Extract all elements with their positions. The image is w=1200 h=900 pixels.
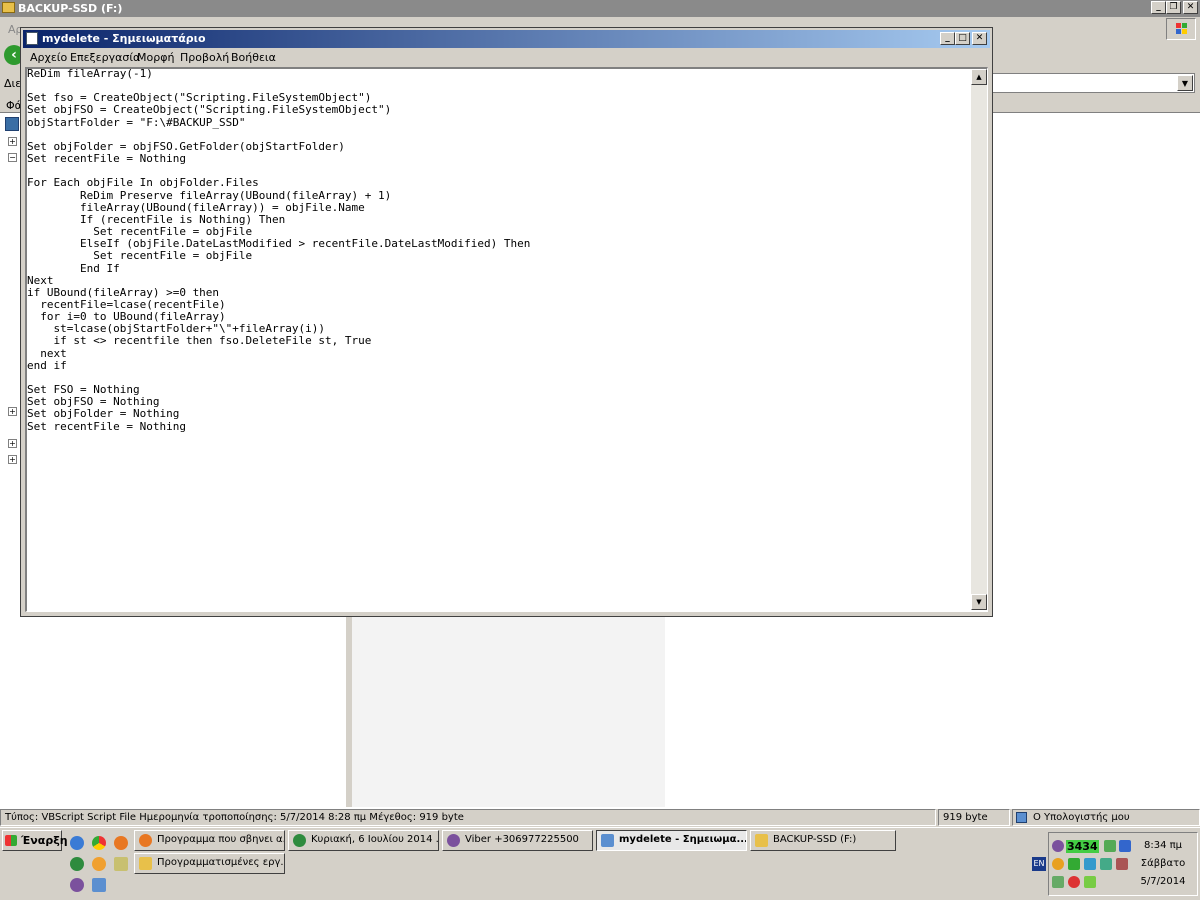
battery-icon[interactable] bbox=[1084, 876, 1096, 888]
status-location: Ο Υπολογιστής μου bbox=[1012, 809, 1200, 826]
menu-view[interactable]: Προβολή bbox=[180, 51, 229, 64]
desktop-icon[interactable] bbox=[5, 117, 19, 131]
notepad-icon[interactable] bbox=[26, 32, 38, 45]
shield-icon[interactable] bbox=[1100, 858, 1112, 870]
status-file-size: 919 byte bbox=[938, 809, 1010, 826]
scroll-down-icon[interactable]: ▼ bbox=[971, 594, 987, 610]
tree-expand-icon[interactable]: + bbox=[8, 407, 17, 416]
menu-format[interactable]: Μορφή bbox=[137, 51, 174, 64]
clock-date[interactable]: 5/7/2014 bbox=[1130, 876, 1196, 887]
script-content[interactable]: ReDim fileArray(-1) Set fso = CreateObje… bbox=[27, 68, 971, 608]
tray-counter[interactable]: 3434 bbox=[1066, 840, 1099, 853]
status-file-info: Τύπος: VBScript Script File Ημερομηνία τ… bbox=[0, 809, 936, 826]
menu-help[interactable]: Βοήθεια bbox=[231, 51, 276, 64]
pencil-icon[interactable] bbox=[114, 857, 128, 871]
viber-icon bbox=[447, 834, 460, 847]
viber-icon[interactable] bbox=[70, 878, 84, 892]
restore-button[interactable]: ❐ bbox=[1166, 1, 1181, 14]
menu-edit[interactable]: Επεξεργασία bbox=[70, 51, 140, 64]
file-list-area[interactable] bbox=[352, 615, 665, 807]
close-button[interactable]: ✕ bbox=[972, 32, 987, 45]
minimize-button[interactable]: _ bbox=[940, 32, 955, 45]
notepad-icon bbox=[601, 834, 614, 847]
chrome-icon[interactable] bbox=[92, 836, 106, 850]
task-explorer[interactable]: BACKUP-SSD (F:) bbox=[750, 830, 896, 851]
clock-day[interactable]: Σάββατο bbox=[1130, 858, 1196, 869]
explorer-titlebar[interactable] bbox=[0, 0, 1200, 17]
windows-logo-icon bbox=[1166, 18, 1196, 40]
notepad-title: mydelete - Σημειωματάριο bbox=[42, 32, 206, 45]
ie-icon[interactable] bbox=[70, 836, 84, 850]
tree-expand-icon[interactable]: + bbox=[8, 455, 17, 464]
firefox-icon bbox=[139, 834, 152, 847]
explorer-title: BACKUP-SSD (F:) bbox=[18, 2, 123, 15]
folder-icon bbox=[2, 2, 15, 13]
orange-app-icon[interactable] bbox=[1052, 858, 1064, 870]
my-computer-icon bbox=[1016, 812, 1027, 823]
power-icon[interactable] bbox=[1068, 876, 1080, 888]
vertical-scrollbar[interactable] bbox=[971, 69, 987, 610]
green-globe-icon bbox=[293, 834, 306, 847]
notepad-icon[interactable] bbox=[92, 878, 106, 892]
task-calendar[interactable]: Κυριακή, 6 Ιουλίου 2014 ... bbox=[288, 830, 439, 851]
address-input[interactable] bbox=[990, 73, 1195, 93]
network-icon[interactable] bbox=[1104, 840, 1116, 852]
folder-icon bbox=[139, 857, 152, 870]
check-icon[interactable] bbox=[1068, 858, 1080, 870]
task-scheduled-tasks[interactable]: Προγραμματισμένες εργ... bbox=[134, 853, 285, 874]
windows-flag-icon bbox=[5, 835, 17, 846]
tree-collapse-icon[interactable]: − bbox=[8, 153, 17, 162]
close-button[interactable]: ✕ bbox=[1183, 1, 1198, 14]
language-indicator[interactable]: EN bbox=[1032, 857, 1046, 871]
folders-pane-label: Φά bbox=[6, 99, 22, 112]
menu-file[interactable]: Αρχείο bbox=[30, 51, 67, 64]
clock-time[interactable]: 8:34 πμ bbox=[1130, 840, 1196, 851]
scroll-up-icon[interactable]: ▲ bbox=[971, 69, 987, 85]
task-firefox[interactable]: Προγραμμα που σβηνει α... bbox=[134, 830, 285, 851]
minimize-button[interactable]: _ bbox=[1151, 1, 1166, 14]
nvidia-icon[interactable] bbox=[1052, 876, 1064, 888]
address-label: Διε bbox=[4, 77, 22, 90]
firefox-icon[interactable] bbox=[114, 836, 128, 850]
folder-icon bbox=[755, 834, 768, 847]
task-notepad[interactable]: mydelete - Σημειωμα... bbox=[596, 830, 747, 851]
task-viber[interactable]: Viber +306977225500 bbox=[442, 830, 593, 851]
orange-app-icon[interactable] bbox=[92, 857, 106, 871]
tree-expand-icon[interactable]: + bbox=[8, 137, 17, 146]
maximize-button[interactable]: □ bbox=[955, 32, 970, 45]
chevron-down-icon[interactable]: ▼ bbox=[1177, 75, 1193, 91]
skype-icon[interactable] bbox=[1084, 858, 1096, 870]
green-globe-icon[interactable] bbox=[70, 857, 84, 871]
tree-expand-icon[interactable]: + bbox=[8, 439, 17, 448]
viber-icon[interactable] bbox=[1052, 840, 1064, 852]
gear-icon[interactable] bbox=[1116, 858, 1128, 870]
